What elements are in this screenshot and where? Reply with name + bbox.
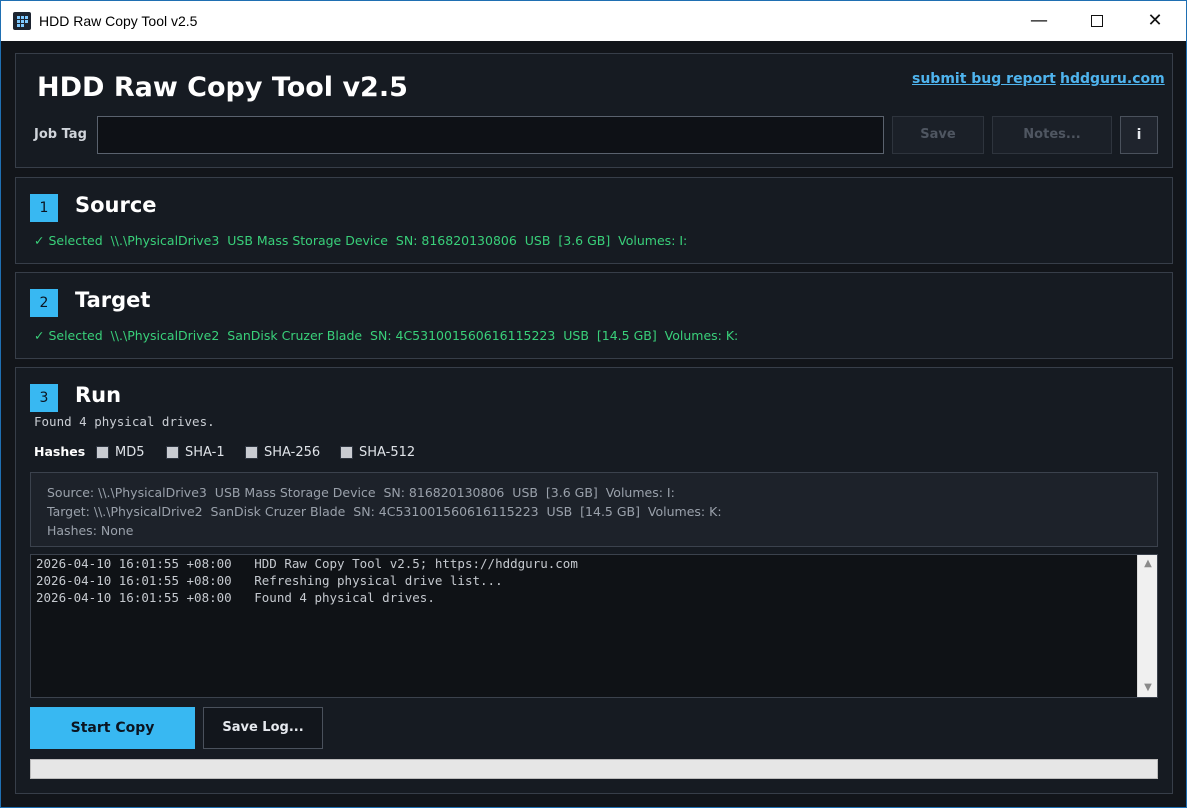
target-selected-drive: ✓ Selected \\.\PhysicalDrive2 SanDisk Cr… bbox=[34, 328, 739, 343]
scroll-down-icon[interactable]: ▼ bbox=[1138, 679, 1158, 697]
submit-bug-report-link[interactable]: submit bug report bbox=[912, 71, 1056, 87]
log-line: 2026-04-10 16:01:55 +08:00 Found 4 physi… bbox=[36, 590, 435, 605]
run-status-text: Found 4 physical drives. bbox=[34, 414, 215, 429]
sha256-label[interactable]: SHA-256 bbox=[264, 445, 320, 460]
save-job-tag-button[interactable]: Save bbox=[892, 116, 984, 154]
app-icon bbox=[13, 12, 31, 30]
log-output[interactable]: 2026-04-10 16:01:55 +08:00 HDD Raw Copy … bbox=[30, 554, 1158, 698]
hddguru-link[interactable]: hddguru.com bbox=[1060, 71, 1165, 87]
maximize-icon bbox=[1091, 15, 1103, 27]
page-title: HDD Raw Copy Tool v2.5 bbox=[37, 72, 408, 103]
sha512-checkbox[interactable] bbox=[340, 446, 353, 459]
sha256-checkbox[interactable] bbox=[245, 446, 258, 459]
minimize-button[interactable]: — bbox=[1010, 1, 1068, 41]
header-panel: HDD Raw Copy Tool v2.5 submit bug report… bbox=[15, 53, 1173, 168]
notes-button[interactable]: Notes... bbox=[992, 116, 1112, 154]
target-title: Target bbox=[75, 288, 151, 312]
start-copy-button[interactable]: Start Copy bbox=[30, 707, 195, 749]
copy-progress-bar bbox=[30, 759, 1158, 779]
info-button[interactable]: i bbox=[1120, 116, 1158, 154]
sha1-checkbox[interactable] bbox=[166, 446, 179, 459]
save-log-button[interactable]: Save Log... bbox=[203, 707, 323, 749]
minimize-icon: — bbox=[1030, 10, 1048, 31]
hashes-label: Hashes bbox=[34, 444, 86, 459]
step-number-badge: 2 bbox=[30, 289, 58, 317]
log-line: 2026-04-10 16:01:55 +08:00 Refreshing ph… bbox=[36, 573, 503, 588]
scroll-up-icon[interactable]: ▲ bbox=[1138, 555, 1158, 573]
source-title: Source bbox=[75, 193, 157, 217]
step-number-badge: 1 bbox=[30, 194, 58, 222]
sha512-label[interactable]: SHA-512 bbox=[359, 445, 415, 460]
log-scrollbar[interactable]: ▲ ▼ bbox=[1137, 555, 1157, 697]
step-number-badge: 3 bbox=[30, 384, 58, 412]
maximize-button[interactable] bbox=[1068, 1, 1126, 41]
client-area: HDD Raw Copy Tool v2.5 submit bug report… bbox=[1, 41, 1186, 807]
close-icon: ✕ bbox=[1147, 10, 1163, 31]
close-button[interactable]: ✕ bbox=[1126, 1, 1184, 41]
source-selected-drive: ✓ Selected \\.\PhysicalDrive3 USB Mass S… bbox=[34, 233, 688, 248]
run-panel: 3 Run Found 4 physical drives. Hashes MD… bbox=[15, 367, 1173, 794]
window-title: HDD Raw Copy Tool v2.5 bbox=[39, 13, 198, 29]
job-tag-label: Job Tag bbox=[34, 127, 87, 142]
sha1-label[interactable]: SHA-1 bbox=[185, 445, 225, 460]
app-window: HDD Raw Copy Tool v2.5 — ✕ HDD Raw Copy … bbox=[0, 0, 1187, 808]
md5-label[interactable]: MD5 bbox=[115, 445, 145, 460]
title-bar[interactable]: HDD Raw Copy Tool v2.5 — ✕ bbox=[1, 1, 1186, 41]
copy-summary-box: Source: \\.\PhysicalDrive3 USB Mass Stor… bbox=[30, 472, 1158, 547]
summary-hashes: Hashes: None bbox=[47, 523, 134, 538]
run-title: Run bbox=[75, 383, 122, 407]
target-panel[interactable]: 2 Target ✓ Selected \\.\PhysicalDrive2 S… bbox=[15, 272, 1173, 359]
log-line: 2026-04-10 16:01:55 +08:00 HDD Raw Copy … bbox=[36, 556, 578, 571]
summary-target: Target: \\.\PhysicalDrive2 SanDisk Cruze… bbox=[47, 504, 722, 519]
job-tag-input[interactable] bbox=[97, 116, 884, 154]
summary-source: Source: \\.\PhysicalDrive3 USB Mass Stor… bbox=[47, 485, 675, 500]
source-panel[interactable]: 1 Source ✓ Selected \\.\PhysicalDrive3 U… bbox=[15, 177, 1173, 264]
md5-checkbox[interactable] bbox=[96, 446, 109, 459]
